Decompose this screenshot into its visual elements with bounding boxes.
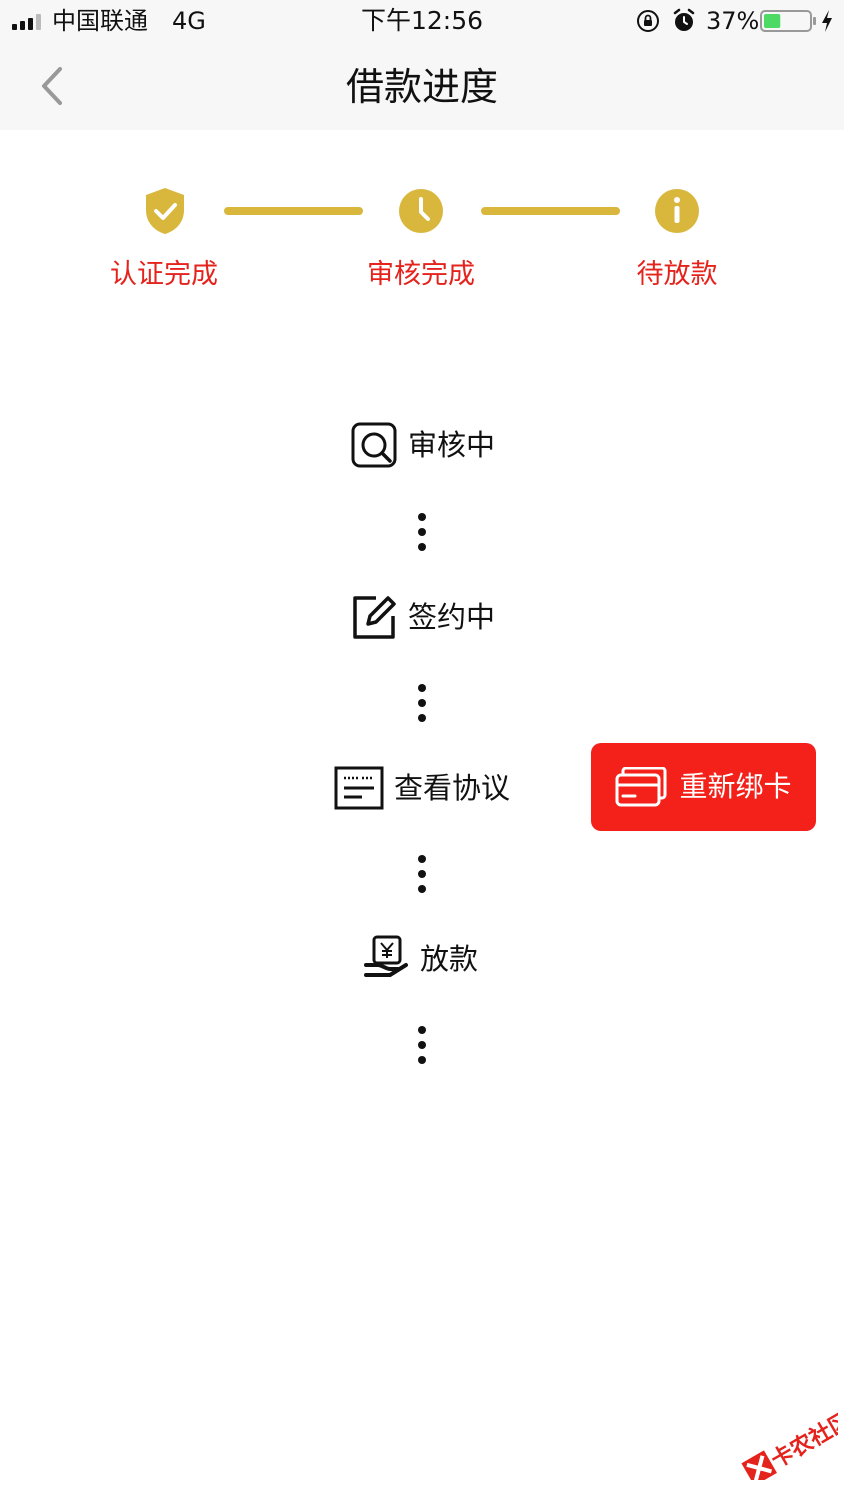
process-label: 放款 (420, 942, 479, 976)
battery-percent: 37% (706, 7, 760, 35)
bank-card-icon (615, 767, 667, 807)
search-review-icon (351, 422, 397, 468)
process-item-reviewing: 审核中 (350, 420, 495, 470)
step-connector-1 (224, 207, 363, 215)
status-bar: 中国联通 4G 下午12:56 37% (0, 0, 844, 44)
agreement-doc-icon (334, 766, 384, 810)
nav-bar: 借款进度 (0, 44, 844, 130)
clock-icon (399, 189, 443, 233)
shield-check-icon (146, 188, 184, 234)
vertical-dots-icon (418, 513, 426, 551)
vertical-dots-icon (418, 1026, 426, 1064)
vertical-dots-icon (418, 855, 426, 893)
page-title: 借款进度 (345, 65, 498, 109)
rebind-card-label: 重新绑卡 (679, 770, 792, 803)
watermark-logo: 卡农社区 (741, 1408, 838, 1480)
process-item-disbursement: 放款 (364, 934, 478, 984)
battery-icon (760, 10, 816, 32)
edit-sign-icon (353, 596, 396, 639)
step-connector-2 (481, 207, 620, 215)
hand-money-icon (364, 935, 408, 977)
charging-bolt-icon (822, 10, 832, 32)
step-label-pending-loan: 待放款 (636, 259, 718, 290)
alarm-clock-icon (673, 8, 695, 31)
vertical-dots-icon (418, 684, 426, 722)
step-label-verified: 认证完成 (110, 259, 218, 290)
progress-stepper: 认证完成 审核完成 待放款 (0, 130, 844, 330)
process-item-signing: 签约中 (350, 592, 495, 642)
step-label-reviewed: 审核完成 (367, 259, 475, 290)
rebind-card-button[interactable]: 重新绑卡 (591, 743, 816, 831)
info-icon (655, 189, 699, 233)
process-label: 审核中 (408, 428, 496, 462)
process-item-view-agreement[interactable]: 查看协议 (334, 763, 510, 813)
process-label: 签约中 (408, 600, 496, 634)
watermark-text: 卡农社区 (767, 1408, 838, 1474)
rotation-lock-icon (637, 10, 659, 32)
process-label: 查看协议 (394, 771, 511, 805)
